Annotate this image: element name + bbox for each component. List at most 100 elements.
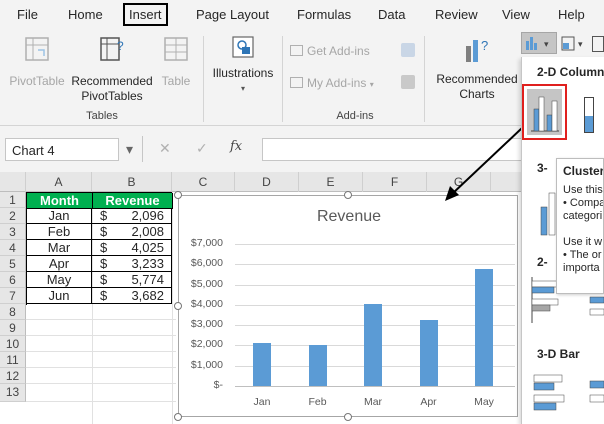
column-header-c[interactable]: C	[172, 172, 235, 192]
header-month[interactable]: Month	[27, 193, 93, 209]
x-tick-label: Mar	[363, 396, 383, 408]
y-tick-label: $6,000	[190, 257, 223, 270]
tab-page-layout[interactable]: Page Layout	[196, 7, 269, 22]
revenue-cell[interactable]: $2,008	[92, 224, 172, 240]
row-header-5[interactable]: 5	[0, 256, 26, 272]
row-header-11[interactable]: 11	[0, 352, 26, 368]
revenue-cell[interactable]: $4,025	[92, 240, 172, 256]
column-header-d[interactable]: D	[235, 172, 299, 192]
month-cell[interactable]: Jan	[26, 208, 92, 224]
illustrations-button[interactable]: Illustrations ▾	[208, 34, 278, 96]
3d-stacked-bar-option[interactable]	[588, 377, 604, 417]
row-header-10[interactable]: 10	[0, 336, 26, 352]
tab-view[interactable]: View	[502, 7, 530, 22]
x-tick-label: Apr	[420, 396, 437, 408]
column-header-e[interactable]: E	[299, 172, 363, 192]
pivottable-button[interactable]: PivotTable	[6, 36, 68, 89]
hierarchy-chart-dropdown[interactable]: ▾	[560, 34, 590, 54]
tab-insert[interactable]: Insert	[123, 3, 168, 26]
row-header-8[interactable]: 8	[0, 304, 26, 320]
column-header-a[interactable]: A	[26, 172, 92, 192]
tooltip-title: Clustere	[563, 164, 604, 178]
select-all-corner[interactable]	[0, 172, 26, 192]
row-header-13[interactable]: 13	[0, 384, 26, 402]
store-icon	[290, 45, 303, 56]
column-header-b[interactable]: B	[92, 172, 172, 192]
chart-gridline	[235, 244, 515, 245]
my-addins-button[interactable]: My Add-ins ▾	[290, 76, 400, 92]
header-revenue[interactable]: Revenue	[93, 193, 173, 209]
stacked-column-icon	[584, 97, 594, 133]
tab-formulas[interactable]: Formulas	[297, 7, 351, 22]
y-tick-label: $-	[213, 379, 223, 391]
x-tick-label: Jan	[253, 396, 271, 408]
resize-handle-left[interactable]	[174, 302, 182, 310]
people-graph-icon[interactable]	[401, 75, 415, 89]
chart-bar[interactable]	[364, 304, 382, 386]
get-addins-button[interactable]: Get Add-ins	[290, 44, 390, 59]
tab-home[interactable]: Home	[68, 7, 103, 22]
chart-gridline	[235, 264, 515, 266]
recommended-pivottables-label-1: Recommended	[71, 74, 153, 88]
enter-icon[interactable]: ✓	[196, 140, 208, 157]
table-button[interactable]: Table	[156, 36, 196, 89]
column-header-f[interactable]: F	[363, 172, 427, 192]
recommended-charts-button[interactable]: ? Recommended Charts	[432, 36, 522, 102]
name-box-dropdown-icon[interactable]: ▾	[126, 141, 133, 158]
tab-help[interactable]: Help	[558, 7, 585, 22]
revenue-cell[interactable]: $3,233	[92, 256, 172, 272]
resize-handle-top-left[interactable]	[174, 191, 182, 199]
row-header-4[interactable]: 4	[0, 240, 26, 256]
resize-handle-top[interactable]	[344, 191, 352, 199]
recommended-pivottables-button[interactable]: ? Recommended PivotTables	[70, 36, 154, 104]
column-chart-dropdown[interactable]: ▾	[521, 32, 557, 54]
month-cell[interactable]: Apr	[26, 256, 92, 272]
month-cell[interactable]: Mar	[26, 240, 92, 256]
my-addins-dropdown-icon: ▾	[369, 80, 374, 89]
row-header-2[interactable]: 2	[0, 208, 26, 224]
cancel-icon[interactable]: ✕	[159, 140, 171, 157]
currency-symbol: $	[100, 272, 108, 287]
chart-bar[interactable]	[419, 320, 438, 386]
revenue-cell[interactable]: $5,774	[92, 272, 172, 288]
row-header-1[interactable]: 1	[0, 192, 26, 208]
tab-data[interactable]: Data	[378, 7, 405, 22]
hierarchy-chart-icon: ▾	[561, 36, 583, 51]
ribbon-separator	[424, 36, 425, 122]
month-cell[interactable]: May	[26, 272, 92, 288]
resize-handle-bottom-left[interactable]	[174, 413, 182, 421]
insert-function-icon[interactable]: fx	[230, 139, 242, 154]
tab-file[interactable]: File	[17, 7, 38, 22]
stacked-column-option[interactable]	[582, 91, 604, 135]
month-cell[interactable]: Jun	[26, 288, 92, 304]
3d-clustered-bar-option[interactable]	[530, 371, 570, 417]
waterfall-chart-icon[interactable]	[592, 36, 604, 52]
name-box[interactable]: Chart 4	[5, 138, 119, 161]
row-header-7[interactable]: 7	[0, 288, 26, 304]
month-cell[interactable]: Feb	[26, 224, 92, 240]
resize-handle-bottom[interactable]	[344, 413, 352, 421]
tables-group-label: Tables	[86, 110, 118, 122]
row-header-6[interactable]: 6	[0, 272, 26, 288]
chart-bar[interactable]	[308, 345, 327, 386]
chart-gridline	[235, 386, 515, 387]
y-tick-label: $2,000	[190, 338, 223, 351]
section-2d-bar: 2-	[537, 255, 548, 269]
revenue-value: 5,774	[131, 272, 164, 287]
clustered-column-option[interactable]	[522, 84, 567, 140]
row-header-9[interactable]: 9	[0, 320, 26, 336]
recommended-charts-label-2: Charts	[459, 87, 495, 101]
revenue-value: 3,233	[131, 256, 164, 271]
row-header-3[interactable]: 3	[0, 224, 26, 240]
tab-review[interactable]: Review	[435, 7, 478, 22]
chart-title[interactable]: Revenue	[179, 208, 519, 226]
bing-maps-icon[interactable]	[401, 43, 415, 57]
revenue-chart[interactable]: Revenue $7,000 $6,000 $5,000 $4,000 $3,000 $2…	[178, 195, 518, 417]
gridline	[26, 383, 176, 384]
chart-bar[interactable]	[253, 343, 271, 386]
revenue-cell[interactable]: $2,096	[92, 208, 172, 224]
row-header-12[interactable]: 12	[0, 368, 26, 384]
chart-bar[interactable]	[475, 268, 493, 386]
table-icon	[164, 37, 188, 61]
revenue-cell[interactable]: $3,682	[92, 288, 172, 304]
